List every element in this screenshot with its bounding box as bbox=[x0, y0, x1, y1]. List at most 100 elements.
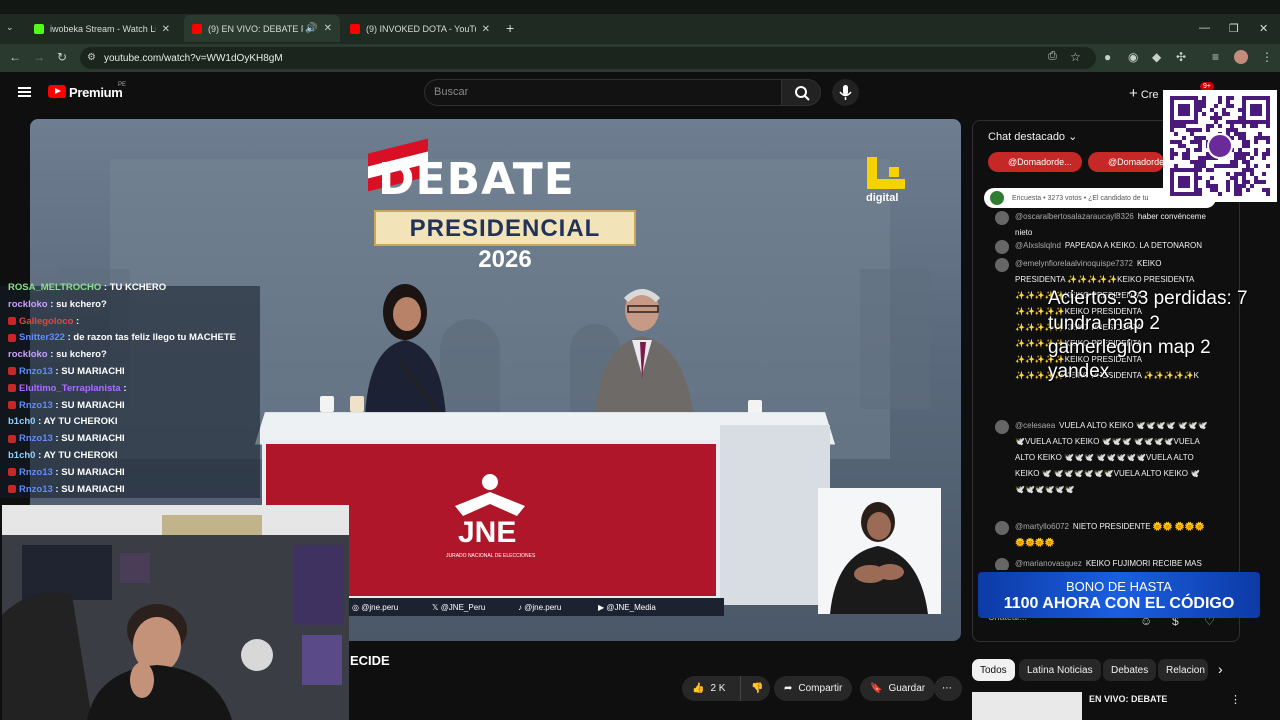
related-video-thumbnail[interactable] bbox=[972, 692, 1082, 720]
chat-username[interactable]: @Alxslslqlnd bbox=[1015, 241, 1061, 250]
youtube-icon: ▶ bbox=[598, 603, 605, 612]
extension-icon[interactable]: ● bbox=[1104, 50, 1111, 64]
close-tab-icon[interactable]: ✕ bbox=[162, 24, 170, 35]
more-horizontal-icon: ⋯ bbox=[942, 683, 952, 694]
close-tab-icon[interactable]: ✕ bbox=[324, 23, 332, 34]
stream-chat-user[interactable]: b1ch0 bbox=[8, 416, 35, 427]
stream-chat-line: Snitter322 : de razon tas feliz llego tu… bbox=[8, 332, 236, 343]
kebab-menu-icon[interactable]: ⋮ bbox=[1261, 50, 1273, 64]
url-text[interactable]: youtube.com/watch?v=WW1dOyKH8gM bbox=[104, 53, 283, 64]
stream-chat-user[interactable]: Rnzo13 bbox=[19, 366, 53, 377]
stream-chat-user[interactable]: Gallegoloco bbox=[19, 316, 73, 327]
maximize-icon[interactable]: ❐ bbox=[1229, 22, 1239, 35]
brand-label[interactable]: Premium bbox=[69, 85, 123, 100]
menu-icon[interactable] bbox=[18, 87, 31, 97]
media-icon[interactable]: ≡ bbox=[1212, 50, 1219, 64]
tab-debate-presidencial[interactable]: (9) EN VIVO: DEBATE PRESI 🔊 ✕ bbox=[184, 15, 340, 42]
stream-chat-line: Rnzo13 : SU MARIACHI bbox=[8, 400, 125, 411]
more-actions-button[interactable]: ⋯ bbox=[934, 676, 962, 701]
chip-latina-noticias[interactable]: Latina Noticias bbox=[1019, 659, 1101, 681]
stream-chat-message: su kchero? bbox=[56, 298, 107, 310]
new-tab-button[interactable]: + bbox=[506, 20, 514, 36]
chat-username[interactable]: @marianovasquez bbox=[1015, 559, 1082, 568]
channel-logo-label: digital bbox=[866, 192, 899, 204]
chip-todos[interactable]: Todos bbox=[972, 659, 1015, 681]
stream-chat-user[interactable]: rockloko bbox=[8, 299, 48, 310]
tab-list-button[interactable]: ⌄ bbox=[6, 22, 14, 33]
stream-chat-user[interactable]: rockloko bbox=[8, 349, 48, 360]
related-video-title[interactable]: EN VIVO: DEBATE bbox=[1089, 694, 1167, 704]
chat-avatar[interactable] bbox=[995, 258, 1009, 272]
sub-badge-icon bbox=[8, 468, 16, 477]
super-chat-ticker[interactable]: @Domadorde bbox=[1088, 152, 1164, 172]
like-button[interactable]: 👍 2 K bbox=[682, 676, 740, 701]
stream-chat-user[interactable]: Rnzo13 bbox=[19, 433, 53, 444]
chat-avatar[interactable] bbox=[995, 211, 1009, 225]
back-icon[interactable]: ← bbox=[9, 50, 21, 64]
chat-username[interactable]: @celesaea bbox=[1015, 421, 1055, 430]
close-tab-icon[interactable]: ✕ bbox=[482, 24, 490, 35]
close-window-icon[interactable]: ✕ bbox=[1259, 22, 1268, 35]
tab-title: (9) INVOKED DOTA - YouTube bbox=[366, 24, 476, 34]
chat-mode-dropdown[interactable]: Chat destacado ⌄ bbox=[988, 130, 1077, 143]
tab-invoked-dota[interactable]: (9) INVOKED DOTA - YouTube ✕ bbox=[342, 17, 498, 41]
kebab-menu-icon[interactable]: ⋮ bbox=[1230, 693, 1241, 706]
search-placeholder: Buscar bbox=[434, 86, 469, 98]
stream-chat-user[interactable]: Rnzo13 bbox=[19, 484, 53, 495]
social-handle: @JNE_Media bbox=[606, 603, 656, 612]
share-button[interactable]: ➦ Compartir bbox=[774, 676, 853, 701]
chat-avatar[interactable] bbox=[995, 521, 1009, 535]
chat-avatar[interactable] bbox=[995, 420, 1009, 434]
save-button[interactable]: 🔖 Guardar bbox=[860, 676, 936, 701]
puzzle-icon[interactable]: ✣ bbox=[1176, 50, 1186, 64]
social-x: 𝕏 @JNE_Peru bbox=[432, 603, 485, 612]
sub-badge-icon bbox=[8, 401, 16, 410]
separator: : bbox=[120, 382, 127, 394]
chevron-right-icon[interactable]: › bbox=[1218, 661, 1223, 677]
super-chat-ticker[interactable]: @Domadorde... bbox=[988, 152, 1082, 172]
chat-message-body: @Alxslslqlnd PAPEADA A KEIKO. LA DETONARO… bbox=[1015, 238, 1210, 254]
dislike-button[interactable]: 👎 bbox=[740, 676, 770, 701]
stream-chat-user[interactable]: Rnzo13 bbox=[19, 400, 53, 411]
extension-icon[interactable]: ◆ bbox=[1152, 50, 1161, 64]
stream-chat-user[interactable]: Snitter322 bbox=[19, 332, 65, 343]
mug bbox=[350, 396, 364, 412]
thumbs-down-icon: 👎 bbox=[751, 683, 764, 694]
chat-username[interactable]: @emelynfiorelaalvinoquispe7372 bbox=[1015, 259, 1133, 268]
stream-chat-user[interactable]: Rnzo13 bbox=[19, 467, 53, 478]
youtube-logo-icon[interactable] bbox=[48, 85, 66, 98]
chat-username[interactable]: @oscaralbertosalazaraucayl8326 bbox=[1015, 212, 1134, 221]
search-input[interactable] bbox=[424, 79, 782, 106]
promo-line2: 1100 AHORA CON EL CÓDIGO bbox=[1003, 595, 1235, 612]
site-info-icon[interactable]: ⚙ bbox=[87, 52, 96, 63]
sub-badge-icon bbox=[8, 384, 16, 393]
stats-overlay-line: yandex bbox=[1048, 361, 1110, 382]
separator: : bbox=[52, 466, 62, 478]
chat-avatar[interactable] bbox=[995, 240, 1009, 254]
speaker-icon[interactable]: 🔊 bbox=[305, 23, 317, 34]
stream-chat-line: Elultimo_Terraplanista : bbox=[8, 383, 127, 394]
search-button[interactable] bbox=[781, 79, 821, 106]
forward-icon[interactable]: → bbox=[33, 50, 45, 64]
profile-avatar[interactable] bbox=[1234, 50, 1248, 64]
minimize-icon[interactable]: — bbox=[1199, 22, 1210, 34]
promo-line1: BONO DE HASTA bbox=[1066, 579, 1172, 594]
chat-avatar[interactable] bbox=[995, 558, 1009, 570]
chip-relacionados[interactable]: Relacion bbox=[1158, 659, 1208, 681]
stream-chat-user[interactable]: Elultimo_Terraplanista bbox=[19, 383, 121, 394]
reload-icon[interactable]: ↻ bbox=[57, 50, 67, 64]
create-button[interactable]: + Cre bbox=[1129, 85, 1159, 102]
stream-chat-user[interactable]: ROSA_MELTROCHO bbox=[8, 282, 101, 293]
stream-chat-user[interactable]: b1ch0 bbox=[8, 450, 35, 461]
like-count: 2 K bbox=[710, 683, 726, 694]
extension-icon[interactable]: ◉ bbox=[1128, 50, 1138, 64]
chat-message-body: @marianovasquez KEIKO FUJIMORI RECIBE MAS bbox=[1015, 556, 1210, 570]
bookmark-star-icon[interactable]: ☆ bbox=[1070, 50, 1081, 64]
stream-chat-message: AY TU CHEROKI bbox=[43, 450, 118, 461]
chat-username[interactable]: @martyllo6072 bbox=[1015, 522, 1069, 531]
voice-search-button[interactable] bbox=[832, 79, 859, 106]
stats-overlay-line: tundra map 2 bbox=[1048, 313, 1160, 334]
chip-debates[interactable]: Debates bbox=[1103, 659, 1157, 681]
tab-kick-stream[interactable]: iwobeka Stream - Watch Live o ✕ bbox=[26, 17, 178, 41]
install-app-icon[interactable]: ⎙ bbox=[1048, 50, 1057, 63]
